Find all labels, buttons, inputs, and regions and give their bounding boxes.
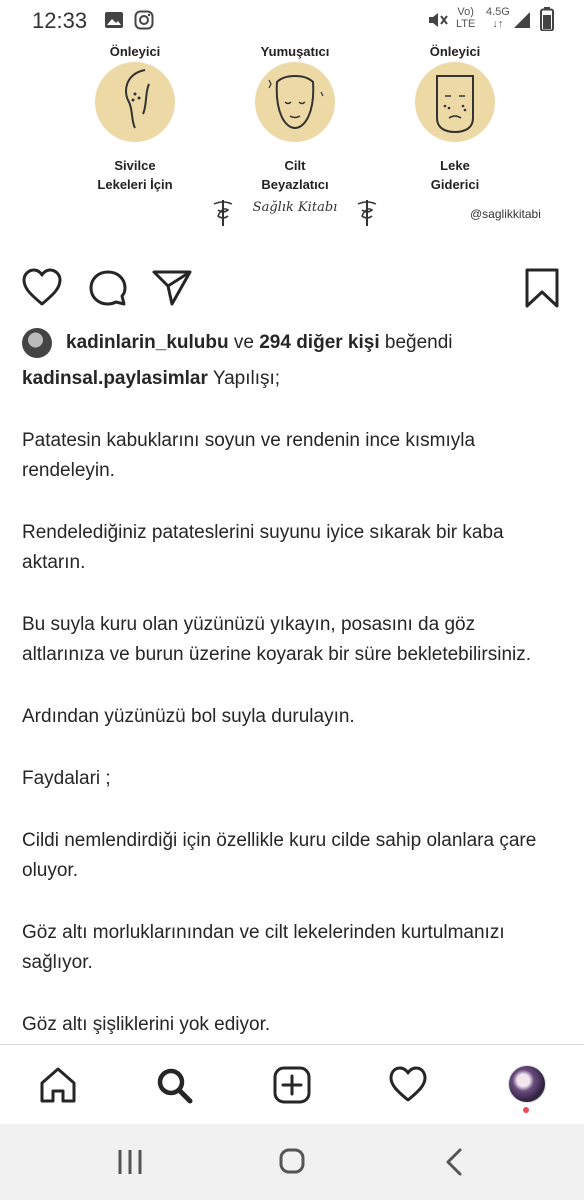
feature-bottom-label: Sivilce Lekeleri İçin: [60, 156, 210, 194]
recents-icon[interactable]: [112, 1146, 148, 1178]
feature-bottom-line1: Cilt: [284, 158, 306, 173]
signal-bottom: ↓↑: [492, 18, 504, 30]
caption-paragraph: Göz altı şişliklerini yok ediyor.: [22, 1014, 271, 1035]
mute-icon: [429, 13, 448, 27]
likes-summary[interactable]: kadinlarin_kulubu ve 294 diğer kişi beğe…: [22, 326, 582, 360]
feature-bottom-line1: Sivilce: [114, 158, 156, 173]
status-time: 12:33: [32, 8, 88, 33]
instagram-icon: [134, 10, 154, 30]
signal-top: 4.5G: [486, 6, 510, 18]
post-actions: [0, 260, 584, 316]
feature-bottom-line2: Lekeleri İçin: [97, 177, 173, 192]
network-indicator: Vo) LTE: [456, 6, 475, 30]
likes-suffix: beğendi: [379, 332, 453, 353]
comment-icon[interactable]: [86, 266, 130, 310]
caption-paragraph: Patatesin kabuklarını soyun ve rendenin …: [22, 430, 476, 481]
face-glow-illustration: [255, 62, 335, 142]
feature-bottom-label: Cilt Beyazlatıcı: [220, 156, 370, 194]
feature-bottom-label: Leke Giderici: [380, 156, 530, 194]
liker-avatar[interactable]: [22, 327, 52, 358]
caduceus-icon: [357, 200, 377, 226]
back-icon[interactable]: [438, 1146, 474, 1178]
feature-bottom-line2: Giderici: [430, 177, 480, 192]
likes-connector: ve: [228, 332, 260, 353]
caption-header: kadinsal.paylasimlar Yapılışı;: [22, 364, 562, 394]
gallery-icon: [105, 12, 123, 28]
face-spots-illustration: [415, 62, 495, 142]
search-icon[interactable]: [154, 1065, 194, 1105]
heart-icon[interactable]: [20, 266, 64, 310]
liker-username[interactable]: kadinlarin_kulubu: [66, 332, 229, 353]
system-navigation: [0, 1124, 584, 1200]
signal-icon: [514, 12, 530, 28]
notification-dot: [523, 1107, 529, 1113]
caption-paragraph: Cildi nemlendirdiği için özellikle kuru …: [22, 830, 537, 881]
caption-paragraph: Ardından yüzünüzü bol suyla durulayın.: [22, 706, 355, 727]
face-acne-illustration: [95, 62, 175, 142]
network-bottom: LTE: [456, 18, 476, 30]
home-circle-icon[interactable]: [274, 1146, 310, 1178]
caption-paragraph: Rendelediğiniz patateslerini suyunu iyic…: [22, 522, 504, 573]
likes-count[interactable]: 294 diğer kişi: [259, 332, 379, 353]
status-bar: 12:33 Vo) LTE 4.5G ↓↑: [0, 0, 584, 40]
post-image[interactable]: Önleyici Sivilce Lekeleri İçin Yumuşatıc…: [0, 40, 584, 246]
network-top: Vo): [457, 6, 474, 18]
feature-bottom-line1: Leke: [440, 158, 470, 173]
post-caption: kadinsal.paylasimlar Yapılışı; Patatesin…: [22, 364, 562, 1044]
caption-paragraph: Faydalari ;: [22, 768, 111, 789]
home-icon[interactable]: [38, 1065, 78, 1105]
activity-heart-icon[interactable]: [388, 1065, 428, 1105]
caption-paragraph: Göz altı morluklarınından ve cilt lekele…: [22, 922, 505, 973]
profile-avatar[interactable]: [508, 1065, 546, 1103]
image-handle: @saglikkitabi: [470, 207, 541, 221]
battery-icon: [540, 7, 554, 31]
feature-top-label: Önleyici: [429, 44, 481, 59]
feature-top-label: Önleyici: [109, 44, 161, 59]
bottom-navigation: [0, 1044, 584, 1125]
feature-bottom-line2: Beyazlatıcı: [261, 177, 329, 192]
add-icon[interactable]: [272, 1065, 312, 1105]
caption-paragraph: Bu suyla kuru olan yüzünüzü yıkayın, pos…: [22, 614, 532, 665]
brand-name: Sağlık Kitabı: [252, 200, 338, 215]
share-icon[interactable]: [150, 266, 194, 310]
signal-type: 4.5G ↓↑: [486, 6, 510, 30]
caption-title: Yapılışı;: [207, 368, 281, 389]
caption-author[interactable]: kadinsal.paylasimlar: [22, 368, 208, 389]
bookmark-icon[interactable]: [520, 266, 564, 310]
feature-top-label: Yumuşatıcı: [260, 44, 330, 59]
